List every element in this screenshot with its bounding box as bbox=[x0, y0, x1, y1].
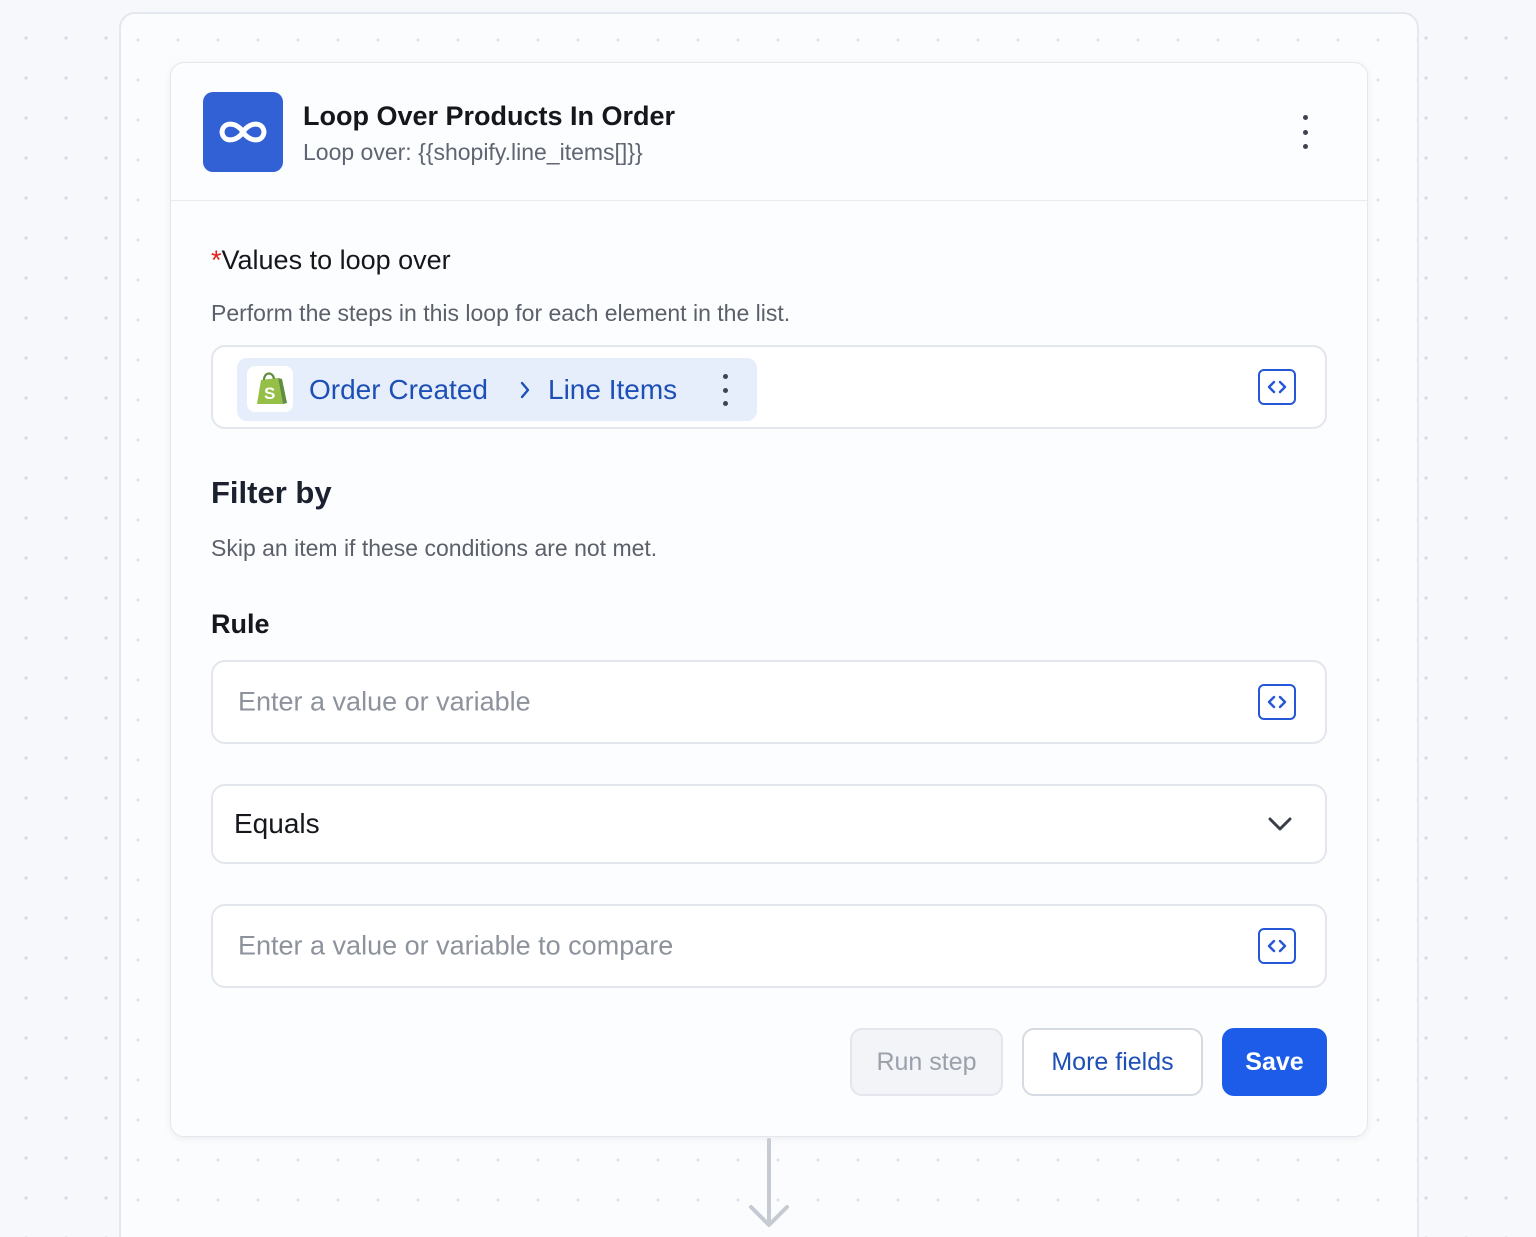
operator-selected-value: Equals bbox=[234, 808, 320, 839]
variable-pill[interactable]: S Order Created Line Items bbox=[237, 358, 757, 421]
pill-menu-kebab-icon[interactable] bbox=[720, 374, 730, 406]
save-button[interactable]: Save bbox=[1222, 1028, 1327, 1096]
run-step-button[interactable]: Run step bbox=[850, 1028, 1003, 1096]
rule-value-input[interactable]: Enter a value or variable bbox=[211, 660, 1327, 744]
pill-source: Order Created bbox=[309, 373, 488, 405]
loop-values-label-text: Values to loop over bbox=[221, 245, 451, 275]
loop-values-description: Perform the steps in this loop for each … bbox=[211, 300, 791, 326]
insert-variable-code-icon[interactable] bbox=[1258, 369, 1296, 405]
step-title: Loop Over Products In Order bbox=[303, 101, 676, 131]
filter-heading: Filter by bbox=[211, 475, 332, 510]
pill-field: Line Items bbox=[548, 373, 678, 405]
loop-values-label: *Values to loop over bbox=[211, 245, 451, 276]
operator-select[interactable]: Equals bbox=[211, 784, 1327, 864]
rule-value-placeholder: Enter a value or variable bbox=[238, 686, 531, 717]
compare-value-placeholder: Enter a value or variable to compare bbox=[238, 930, 674, 961]
insert-variable-code-icon[interactable] bbox=[1258, 684, 1296, 720]
svg-text:S: S bbox=[264, 384, 275, 403]
loop-values-field[interactable]: S Order Created Line Items bbox=[211, 345, 1327, 429]
required-marker: * bbox=[211, 245, 222, 275]
infinity-loop-icon bbox=[203, 92, 283, 172]
rule-label: Rule bbox=[211, 609, 270, 639]
compare-value-input[interactable]: Enter a value or variable to compare bbox=[211, 904, 1327, 988]
chevron-down-icon bbox=[1267, 816, 1293, 837]
connector-down-arrow-icon bbox=[746, 1138, 792, 1235]
shopify-bag-icon: S bbox=[247, 366, 293, 412]
insert-variable-code-icon[interactable] bbox=[1258, 928, 1296, 964]
step-subtitle: Loop over: {{shopify.line_items[]}} bbox=[303, 139, 643, 165]
more-fields-button[interactable]: More fields bbox=[1022, 1028, 1203, 1096]
filter-description: Skip an item if these conditions are not… bbox=[211, 535, 658, 561]
step-header: Loop Over Products In Order Loop over: {… bbox=[171, 63, 1367, 201]
chevron-right-icon bbox=[519, 380, 531, 405]
step-menu-kebab-icon[interactable] bbox=[1293, 115, 1317, 149]
loop-step-card: Loop Over Products In Order Loop over: {… bbox=[170, 62, 1368, 1137]
